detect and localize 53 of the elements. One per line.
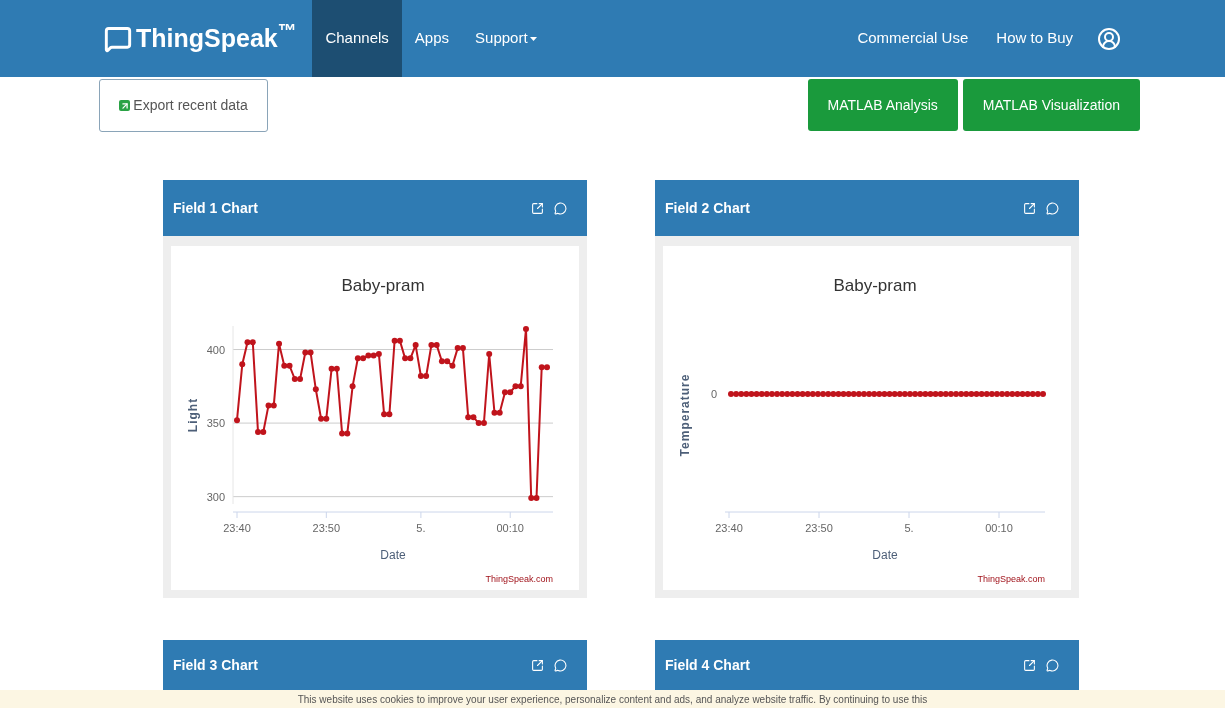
panel-title: Field 3 Chart: [173, 655, 258, 675]
user-avatar-icon[interactable]: [1097, 26, 1121, 51]
matlab-button[interactable]: MATLAB Visualization: [962, 79, 1140, 131]
y-tick-label: 400: [206, 343, 225, 356]
data-point: [523, 325, 529, 332]
matlab-button[interactable]: MATLAB Analysis: [807, 79, 958, 131]
nav-link[interactable]: Commercial Use: [843, 0, 983, 77]
data-point: [486, 350, 493, 357]
export-icon: [119, 100, 131, 111]
y-tick-label: 350: [206, 417, 225, 430]
external-link-icon[interactable]: [1023, 658, 1036, 672]
nav-link[interactable]: Support: [462, 0, 550, 77]
panel-title: Field 2 Chart: [665, 198, 750, 218]
nav-link[interactable]: Apps: [401, 0, 463, 77]
x-tick-label: 23:50: [312, 522, 341, 534]
x-tick-label: 5.: [904, 522, 914, 534]
comment-icon[interactable]: [554, 201, 567, 215]
data-point: [276, 340, 283, 347]
data-point: [312, 386, 319, 393]
y-tick-label: 0: [710, 388, 717, 400]
chart-title: Baby-pram: [341, 276, 425, 295]
external-link-icon[interactable]: [531, 201, 544, 215]
x-tick-label: 00:10: [496, 522, 524, 534]
data-point: [239, 361, 246, 368]
data-point: [234, 417, 240, 424]
x-axis-label: Date: [872, 548, 898, 562]
x-axis-label: Date: [380, 548, 406, 562]
nav-link[interactable]: How to Buy: [982, 0, 1087, 77]
logo[interactable]: ThingSpeak$^{™}$: [136, 19, 297, 58]
x-tick-label: 23:40: [715, 522, 743, 534]
chart-title: Baby-pram: [833, 276, 917, 295]
comment-icon[interactable]: [554, 658, 567, 672]
x-tick-label: 23:50: [805, 522, 833, 534]
cookie-notice: This website uses cookies to improve your user experience, personalize content and ads, and analyze website traffic. By continuing to use this: [297, 692, 928, 707]
y-axis-label: Temperature: [678, 373, 692, 457]
external-link-icon[interactable]: [531, 658, 544, 672]
y-axis-label: Light: [186, 397, 200, 433]
x-tick-label: 00:10: [985, 522, 1013, 534]
external-link-icon[interactable]: [1023, 201, 1036, 215]
panel-title: Field 1 Chart: [173, 198, 258, 218]
export-button[interactable]: Export recent data: [99, 79, 268, 132]
comment-icon[interactable]: [1046, 201, 1059, 215]
data-point: [349, 383, 356, 390]
chart-credit: ThingSpeak.com: [485, 574, 553, 584]
data-point: [412, 342, 419, 349]
panel-title: Field 4 Chart: [665, 655, 750, 675]
nav-link[interactable]: Channels: [312, 0, 402, 77]
x-tick-label: 5.: [416, 522, 426, 534]
comment-icon[interactable]: [1046, 658, 1059, 672]
y-tick-label: 300: [206, 490, 225, 503]
logo-icon: [104, 24, 132, 53]
chart-credit: ThingSpeak.com: [977, 574, 1045, 584]
x-tick-label: 23:40: [223, 522, 251, 534]
